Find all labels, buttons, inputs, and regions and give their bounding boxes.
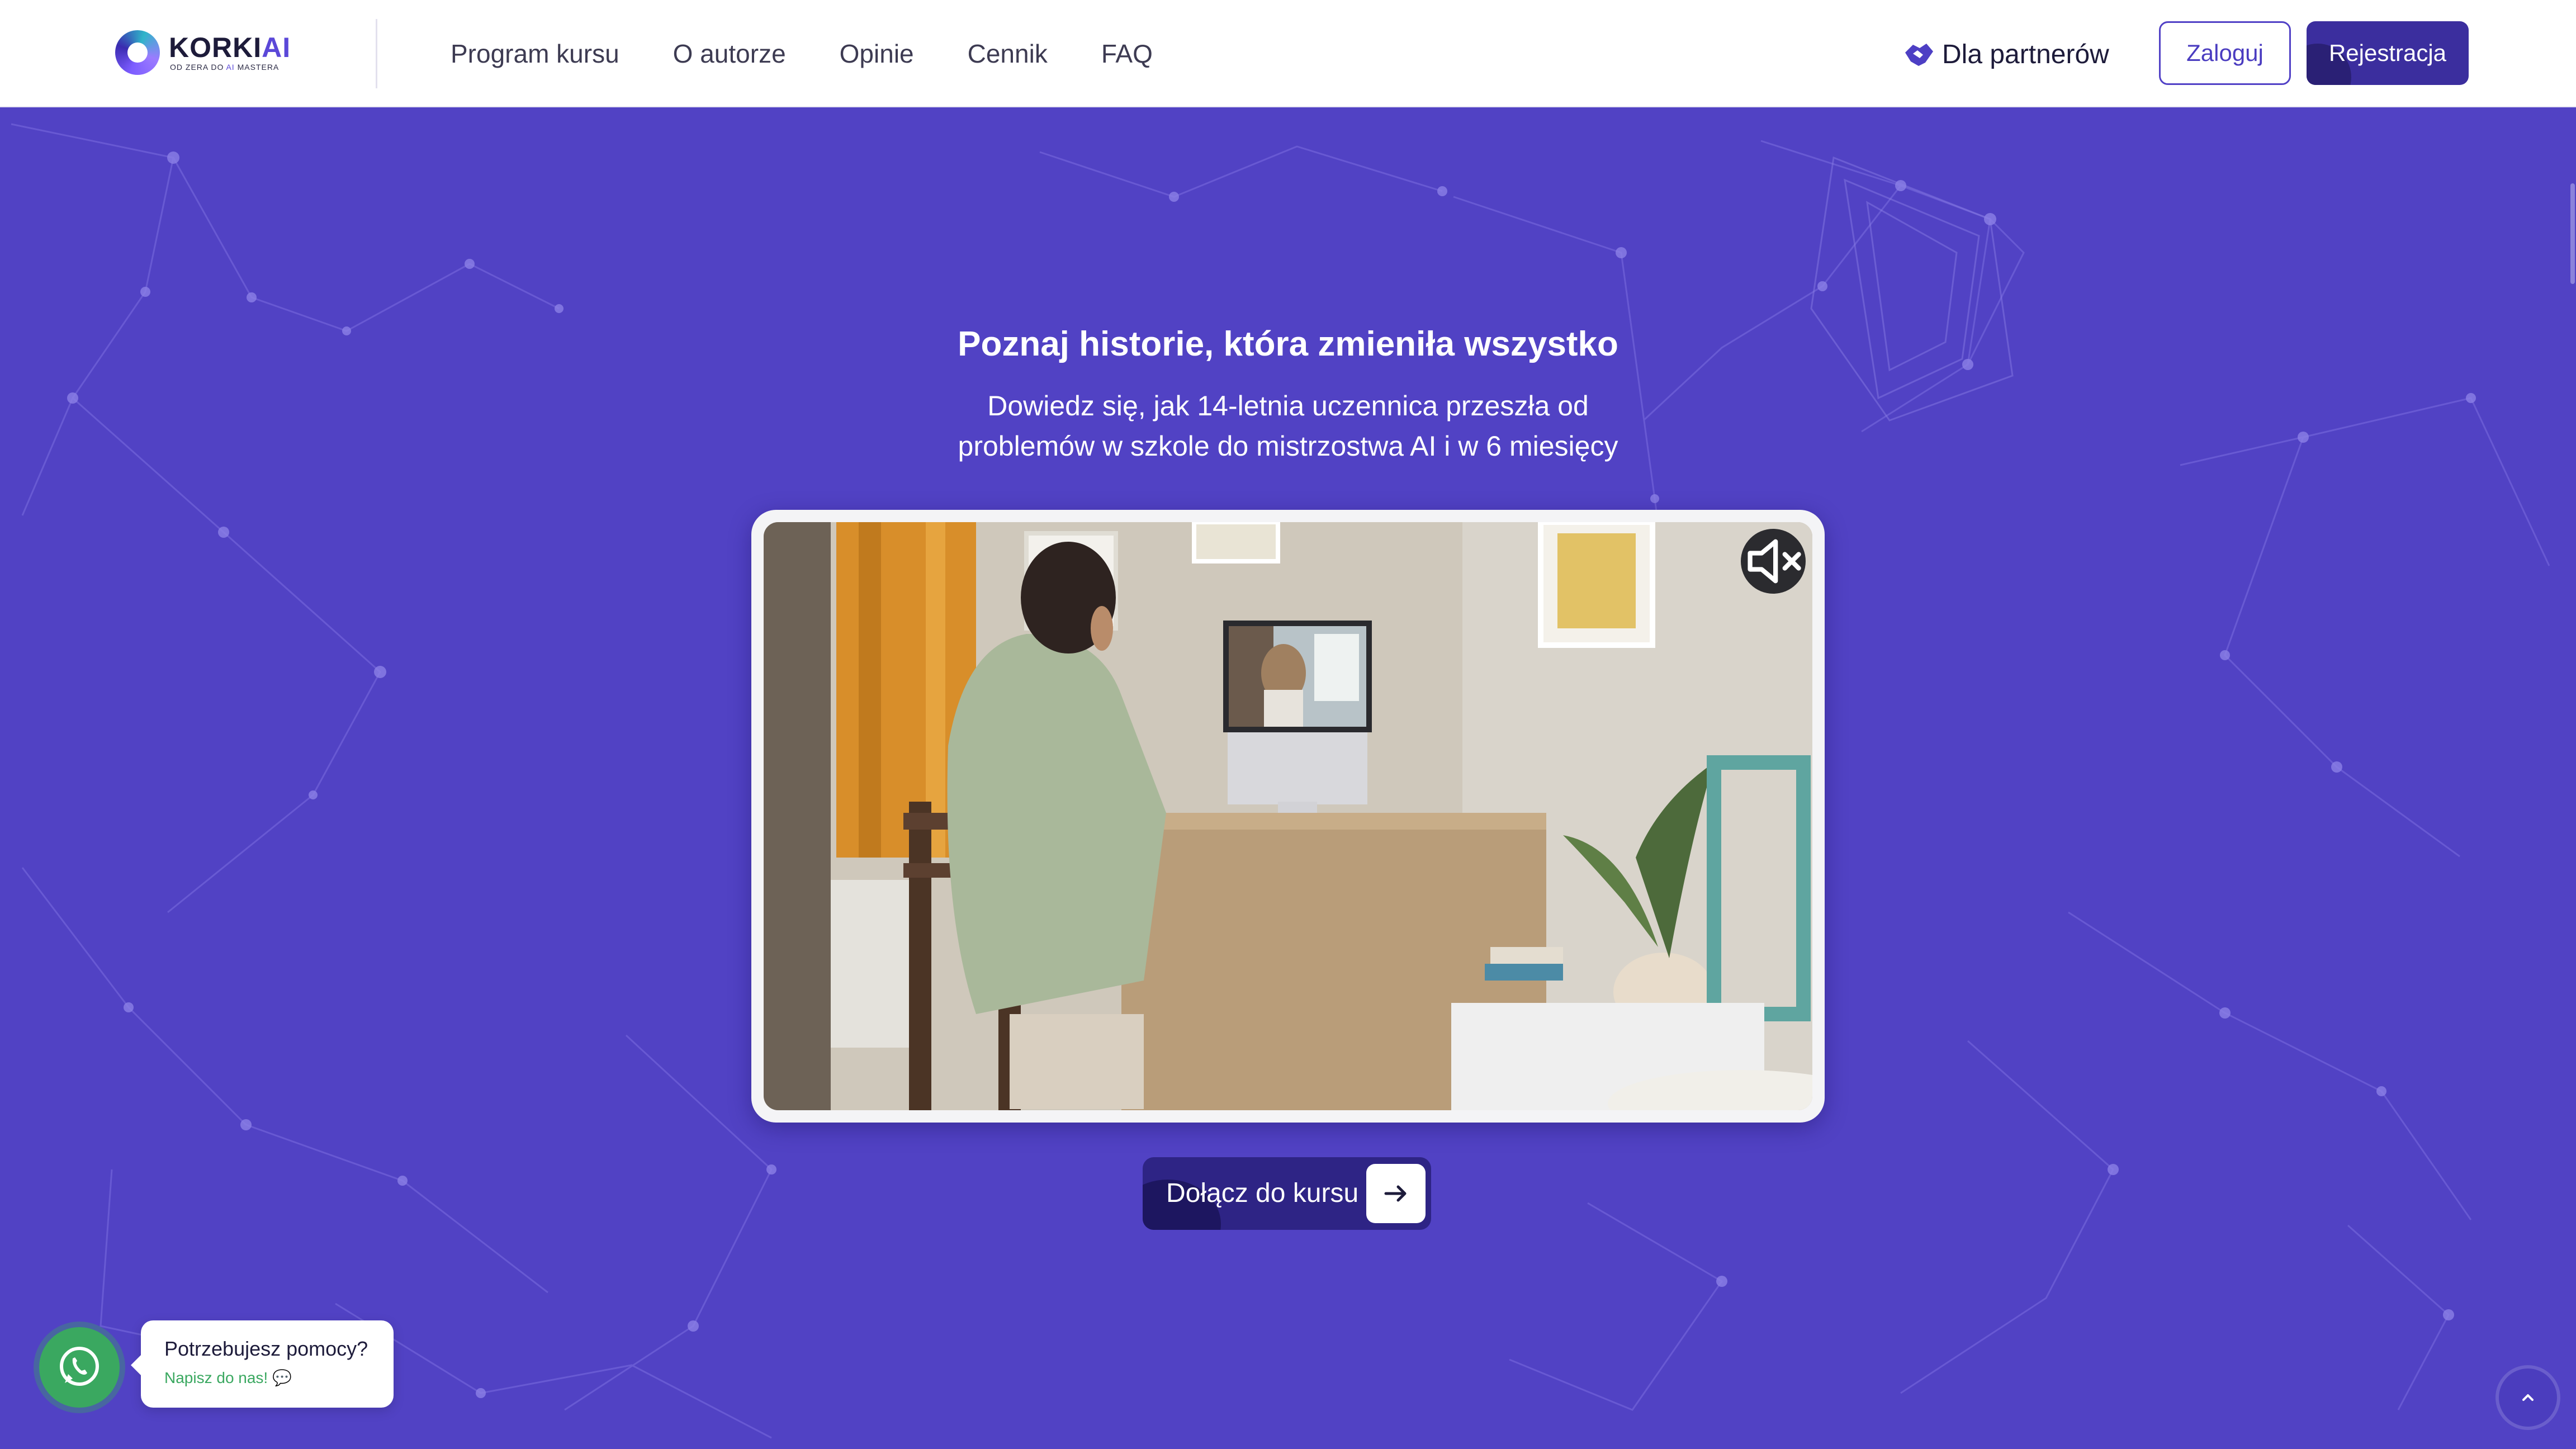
logo-tagline: OD ZERA DO AI MASTERA [170,63,280,72]
nav-link-faq[interactable]: FAQ [1101,39,1153,69]
page-scrollbar[interactable] [2570,183,2575,284]
whatsapp-icon [60,1347,99,1386]
register-button[interactable]: Rejestracja [2307,21,2469,85]
handshake-icon [1905,44,1933,66]
logo[interactable]: KORKIAI OD ZERA DO AI MASTERA [115,29,294,79]
chevron-up-icon [2522,1394,2534,1401]
register-button-label: Rejestracja [2328,40,2447,66]
hero-subtitle-line-2: problemów w szkole do mistrzostwa AI i w… [958,430,1618,462]
nav-link-reviews[interactable]: Opinie [840,39,914,69]
logo-mark-icon [115,30,160,75]
whatsapp-button[interactable] [39,1327,120,1408]
partners-link[interactable]: Dla partnerów [1903,35,2109,74]
help-subtitle: Napisz do nas! 💬 [164,1369,292,1386]
arrow-right-icon [1366,1164,1426,1223]
mute-button[interactable] [1741,529,1806,594]
site-header: KORKIAI OD ZERA DO AI MASTERA Program ku… [0,0,2576,107]
video-frame [751,510,1825,1123]
nav-link-program[interactable]: Program kursu [451,39,619,69]
story-video[interactable] [764,522,1812,1110]
scroll-top-button[interactable] [2499,1368,2557,1427]
video-frame-image [764,522,1812,1110]
help-bubble[interactable]: Potrzebujesz pomocy? Napisz do nas! 💬 [131,1320,394,1408]
logo-wordmark: KORKIAI [169,32,291,63]
login-button[interactable]: Zaloguj [2159,21,2291,85]
help-title: Potrzebujesz pomocy? [164,1337,368,1360]
join-course-button[interactable]: Dołącz do kursu [1143,1157,1431,1230]
volume-mute-icon [1748,539,1801,584]
nav-link-author[interactable]: O autorze [673,39,786,69]
header-divider [376,19,377,88]
main-nav: Program kursu O autorze Opinie Cennik FA… [451,0,1206,107]
join-course-label: Dołącz do kursu [1166,1178,1359,1208]
hero-title: Poznaj historie, która zmieniła wszystko [958,325,1618,363]
partners-label: Dla partnerów [1942,39,2109,69]
nav-link-pricing[interactable]: Cennik [968,39,1048,69]
hero-subtitle: Dowiedz się, jak 14-letnia uczennica prz… [841,386,1735,466]
hero-subtitle-line-1: Dowiedz się, jak 14-letnia uczennica prz… [987,390,1589,422]
